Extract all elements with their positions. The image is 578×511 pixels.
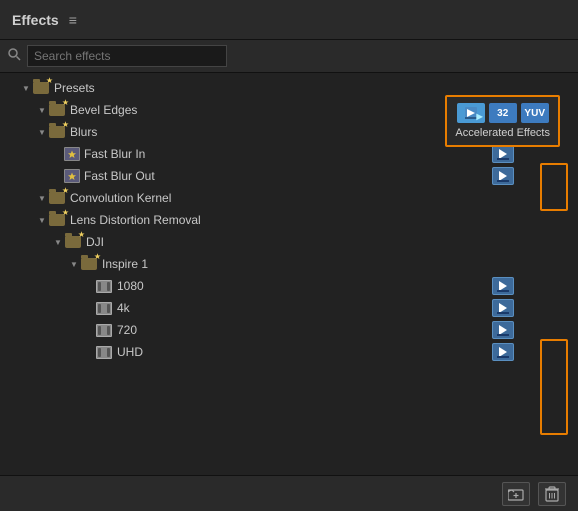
chevron-empty [52,170,64,182]
item-label-fast-blur-out: Fast Blur Out [84,169,155,183]
search-icon [8,48,21,64]
tree-item-inspire1[interactable]: ★ Inspire 1 [0,253,578,275]
tree-item-lens-distortion[interactable]: ★ Lens Distortion Removal [0,209,578,231]
folder-star-icon: ★ [48,190,66,206]
item-label-inspire1: Inspire 1 [102,257,148,271]
chevron-presets [20,82,32,94]
item-label-720: 720 [117,323,137,337]
item-label-uhd: UHD [117,345,143,359]
chevron-inspire1 [68,258,80,270]
item-label-fast-blur-in: Fast Blur In [84,147,145,161]
film-icon-4k [96,302,112,315]
effect-star-icon [64,147,80,161]
item-label-convolution-kernel: Convolution Kernel [70,191,171,205]
menu-icon[interactable]: ≡ [69,12,77,28]
accelerated-effects-tooltip: 32 YUV Accelerated Effects [445,95,560,147]
folder-star-icon: ★ [64,234,82,250]
new-folder-button[interactable] [502,482,530,506]
accelerated-icons-row: 32 YUV [457,103,549,123]
accel-32-icon: 32 [489,103,517,123]
folder-star-icon: ★ [48,102,66,118]
accel-icon-fast-blur-out [492,167,514,185]
tree-item-uhd[interactable]: UHD [0,341,578,363]
film-icon-1080 [96,280,112,293]
effects-panel: Effects ≡ 32 [0,0,578,511]
effect-star-icon [64,169,80,183]
item-label-presets: Presets [54,81,95,95]
accel-icon-1080 [492,277,514,295]
folder-star-icon: ★ [80,256,98,272]
chevron-empty [84,324,96,336]
bottom-bar [0,475,578,511]
tree-item-fast-blur-out[interactable]: Fast Blur Out [0,165,578,187]
chevron-bevel [36,104,48,116]
chevron-empty [84,346,96,358]
folder-star-icon: ★ [48,212,66,228]
chevron-empty [52,148,64,160]
tree-item-4k[interactable]: 4k [0,297,578,319]
panel-header: Effects ≡ [0,0,578,40]
accel-play-icon [457,103,485,123]
folder-star-icon: ★ [48,124,66,140]
chevron-lens [36,214,48,226]
item-label-blurs: Blurs [70,125,97,139]
film-icon-720 [96,324,112,337]
panel-title: Effects [12,12,59,28]
accel-yuv-icon: YUV [521,103,549,123]
item-label-1080: 1080 [117,279,144,293]
accel-icon-uhd [492,343,514,361]
item-label-dji: DJI [86,235,104,249]
accelerated-label: Accelerated Effects [455,127,550,139]
chevron-empty [84,280,96,292]
chevron-blurs [36,126,48,138]
chevron-convolution [36,192,48,204]
accel-icon-720 [492,321,514,339]
item-label-4k: 4k [117,301,130,315]
tree-item-dji[interactable]: ★ DJI [0,231,578,253]
search-bar: 32 YUV Accelerated Effects [0,40,578,73]
accel-icon-fast-blur-in [492,145,514,163]
chevron-empty [84,302,96,314]
search-input[interactable] [27,45,227,67]
folder-star-icon: ★ [32,80,50,96]
tree-item-convolution-kernel[interactable]: ★ Convolution Kernel [0,187,578,209]
tree-item-720[interactable]: 720 [0,319,578,341]
film-icon-uhd [96,346,112,359]
chevron-dji [52,236,64,248]
item-label-bevel-edges: Bevel Edges [70,103,137,117]
delete-button[interactable] [538,482,566,506]
item-label-lens-distortion: Lens Distortion Removal [70,213,201,227]
accel-icon-4k [492,299,514,317]
tree-item-1080[interactable]: 1080 [0,275,578,297]
